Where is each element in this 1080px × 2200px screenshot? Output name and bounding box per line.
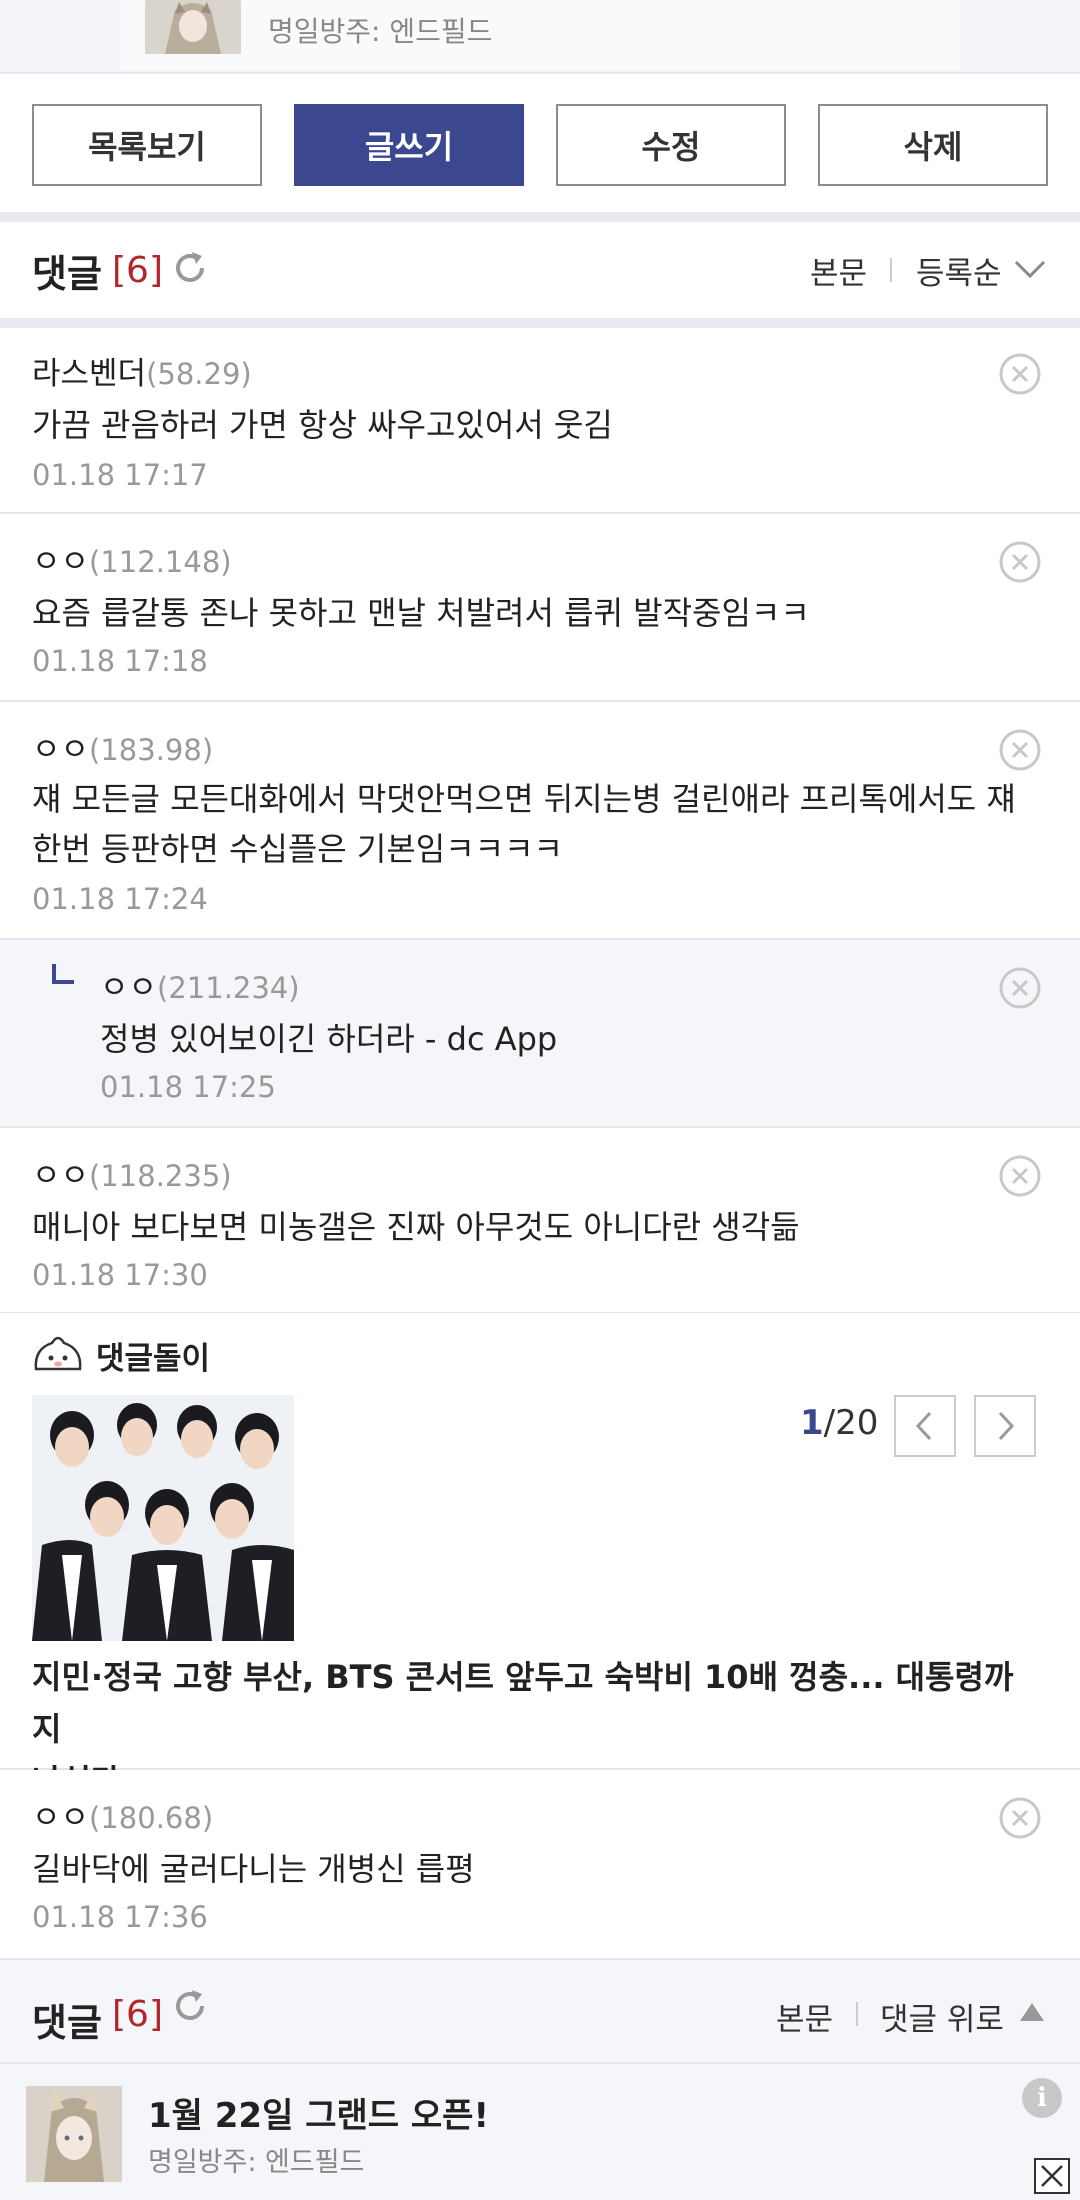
- close-icon[interactable]: [1034, 2158, 1070, 2194]
- comments-header: 댓글 [6] 본문 등록순: [0, 222, 1080, 318]
- pager-current: 1: [800, 1403, 824, 1443]
- bottom-ad-subtitle: 명일방주: 엔드필드: [148, 2147, 365, 2178]
- comment-bot-section: 댓글돌이 1/20 지민·정국 고향 부산, BTS 콘서트 앞두고 숙박비 1…: [0, 1313, 1080, 1800]
- comment-body: 길바닥에 굴러다니는 개병신 릅평: [32, 1850, 475, 1888]
- delete-circle-icon[interactable]: [998, 540, 1042, 584]
- header-divider: [856, 2002, 858, 2026]
- comment-item: ㅇㅇ(112.148) 요즘 릅갈통 존나 못하고 맨날 처발려서 릅퀴 발작중…: [0, 514, 1080, 702]
- reply-item: ㅇㅇ(211.234) 정병 있어보이긴 하더라 - dc App 01.18 …: [0, 940, 1080, 1128]
- comment-item: ㅇㅇ(180.68) 길바닥에 굴러다니는 개병신 릅평 01.18 17:36: [0, 1770, 1080, 1958]
- comment-author[interactable]: ㅇㅇ(211.234): [100, 962, 300, 1007]
- author-nick: ㅇㅇ: [32, 1800, 90, 1836]
- write-button[interactable]: 글쓰기: [294, 104, 524, 186]
- bottom-comments-header: 댓글 [6] 본문 댓글 위로: [0, 1958, 1080, 2062]
- comment-date: 01.18 17:18: [32, 644, 208, 678]
- comments-count: [6]: [112, 1994, 163, 2035]
- comment-body: 가끔 관음하러 가면 항상 싸우고있어서 웃김: [32, 406, 613, 444]
- pager-total: /20: [823, 1403, 879, 1443]
- delete-circle-icon[interactable]: [998, 728, 1042, 772]
- info-icon[interactable]: i: [1022, 2078, 1062, 2118]
- bottom-ad-title: 1월 22일 그랜드 오픈!: [148, 2096, 489, 2136]
- comment-author[interactable]: ㅇㅇ(118.235): [32, 1150, 232, 1195]
- comment-author[interactable]: ㅇㅇ(112.148): [32, 536, 232, 581]
- bot-label: 댓글돌이: [96, 1341, 211, 1377]
- author-nick: ㅇㅇ: [100, 970, 158, 1006]
- author-nick: ㅇㅇ: [32, 1158, 90, 1194]
- headline-line: 지민·정국 고향 부산, BTS 콘서트 앞두고 숙박비 10배 껑충... 대…: [32, 1658, 1014, 1748]
- comments-title: 댓글: [32, 251, 102, 296]
- sort-select[interactable]: 등록순: [916, 248, 1002, 293]
- news-thumbnail[interactable]: [32, 1395, 294, 1641]
- comment-item: ㅇㅇ(183.98) 쟤 모든글 모든대화에서 막댓안먹으면 뒤지는병 걸린애라…: [0, 702, 1080, 940]
- reply-icon: [52, 964, 74, 984]
- author-nick: 라스벤더: [32, 356, 147, 392]
- bottom-ad-thumbnail: [26, 2086, 122, 2182]
- body-link[interactable]: 본문: [776, 1994, 833, 2039]
- comment-body: 정병 있어보이긴 하더라 - dc App: [100, 1020, 558, 1058]
- comments-count: [6]: [112, 249, 163, 291]
- comment-body: 쟤 모든글 모든대화에서 막댓안먹으면 뒤지는병 걸린애라 프리톡에서도 쟤 한…: [32, 774, 1016, 874]
- top-ad-banner[interactable]: 명일방주: 엔드필드: [0, 0, 1080, 74]
- author-ip: (118.235): [89, 1159, 232, 1193]
- refresh-icon[interactable]: [170, 1986, 210, 2026]
- comment-date: 01.18 17:24: [32, 882, 208, 916]
- comment-body-line: 쟤 모든글 모든대화에서 막댓안먹으면 뒤지는병 걸린애라 프리톡에서도 쟤: [32, 780, 1016, 818]
- comment-body-line: 한번 등판하면 수십플은 기본임ㅋㅋㅋㅋ: [32, 830, 563, 868]
- chevron-down-icon[interactable]: [1012, 254, 1048, 288]
- comment-author[interactable]: ㅇㅇ(183.98): [32, 724, 213, 769]
- comment-date: 01.18 17:36: [32, 1900, 208, 1934]
- author-ip: (58.29): [146, 357, 252, 391]
- header-divider: [890, 258, 892, 282]
- author-nick: ㅇㅇ: [32, 732, 90, 768]
- chevron-left-icon[interactable]: [894, 1395, 956, 1457]
- author-ip: (211.234): [157, 971, 300, 1005]
- author-ip: (112.148): [89, 545, 232, 579]
- author-ip: (180.68): [89, 1801, 214, 1835]
- section-divider: [0, 212, 1080, 222]
- scroll-up-link[interactable]: 댓글 위로: [880, 1994, 1004, 2039]
- bottom-ad-banner[interactable]: 1월 22일 그랜드 오픈! 명일방주: 엔드필드 i: [0, 2062, 1080, 2200]
- comment-item: 라스벤더(58.29) 가끔 관음하러 가면 항상 싸우고있어서 웃김 01.1…: [0, 328, 1080, 514]
- comment-author[interactable]: 라스벤더(58.29): [32, 348, 252, 393]
- triangle-up-icon[interactable]: [1018, 2000, 1046, 2028]
- comments-title: 댓글: [32, 2001, 102, 2045]
- comment-author[interactable]: ㅇㅇ(180.68): [32, 1792, 213, 1837]
- comment-date: 01.18 17:17: [32, 458, 208, 492]
- top-ad-inner: [120, 0, 960, 70]
- delete-circle-icon[interactable]: [998, 1154, 1042, 1198]
- delete-circle-icon[interactable]: [998, 966, 1042, 1010]
- author-nick: ㅇㅇ: [32, 544, 90, 580]
- comment-date: 01.18 17:25: [100, 1070, 276, 1104]
- pager-text: 1/20: [800, 1403, 878, 1443]
- action-bar: 목록보기 글쓰기 수정 삭제: [0, 74, 1080, 212]
- top-ad-thumbnail: [145, 0, 241, 54]
- bot-icon: [30, 1331, 86, 1379]
- bottom-header-row: 댓글 [6] 본문 댓글 위로: [0, 1960, 1080, 2056]
- edit-button[interactable]: 수정: [556, 104, 786, 186]
- delete-button[interactable]: 삭제: [818, 104, 1048, 186]
- header-separator: [0, 318, 1080, 328]
- refresh-icon[interactable]: [170, 248, 210, 288]
- comment-date: 01.18 17:30: [32, 1258, 208, 1292]
- top-ad-subtitle: 명일방주: 엔드필드: [268, 15, 493, 48]
- author-ip: (183.98): [89, 733, 214, 767]
- delete-circle-icon[interactable]: [998, 1796, 1042, 1840]
- comment-item: ㅇㅇ(118.235) 매니아 보다보면 미농갤은 진짜 아무것도 아니다란 생…: [0, 1128, 1080, 1314]
- delete-circle-icon[interactable]: [998, 352, 1042, 396]
- list-button[interactable]: 목록보기: [32, 104, 262, 186]
- body-link[interactable]: 본문: [810, 248, 867, 293]
- comment-body: 요즘 릅갈통 존나 못하고 맨날 처발려서 릅퀴 발작중임ㅋㅋ: [32, 594, 810, 632]
- comment-body: 매니아 보다보면 미농갤은 진짜 아무것도 아니다란 생각듦: [32, 1208, 800, 1246]
- chevron-right-icon[interactable]: [974, 1395, 1036, 1457]
